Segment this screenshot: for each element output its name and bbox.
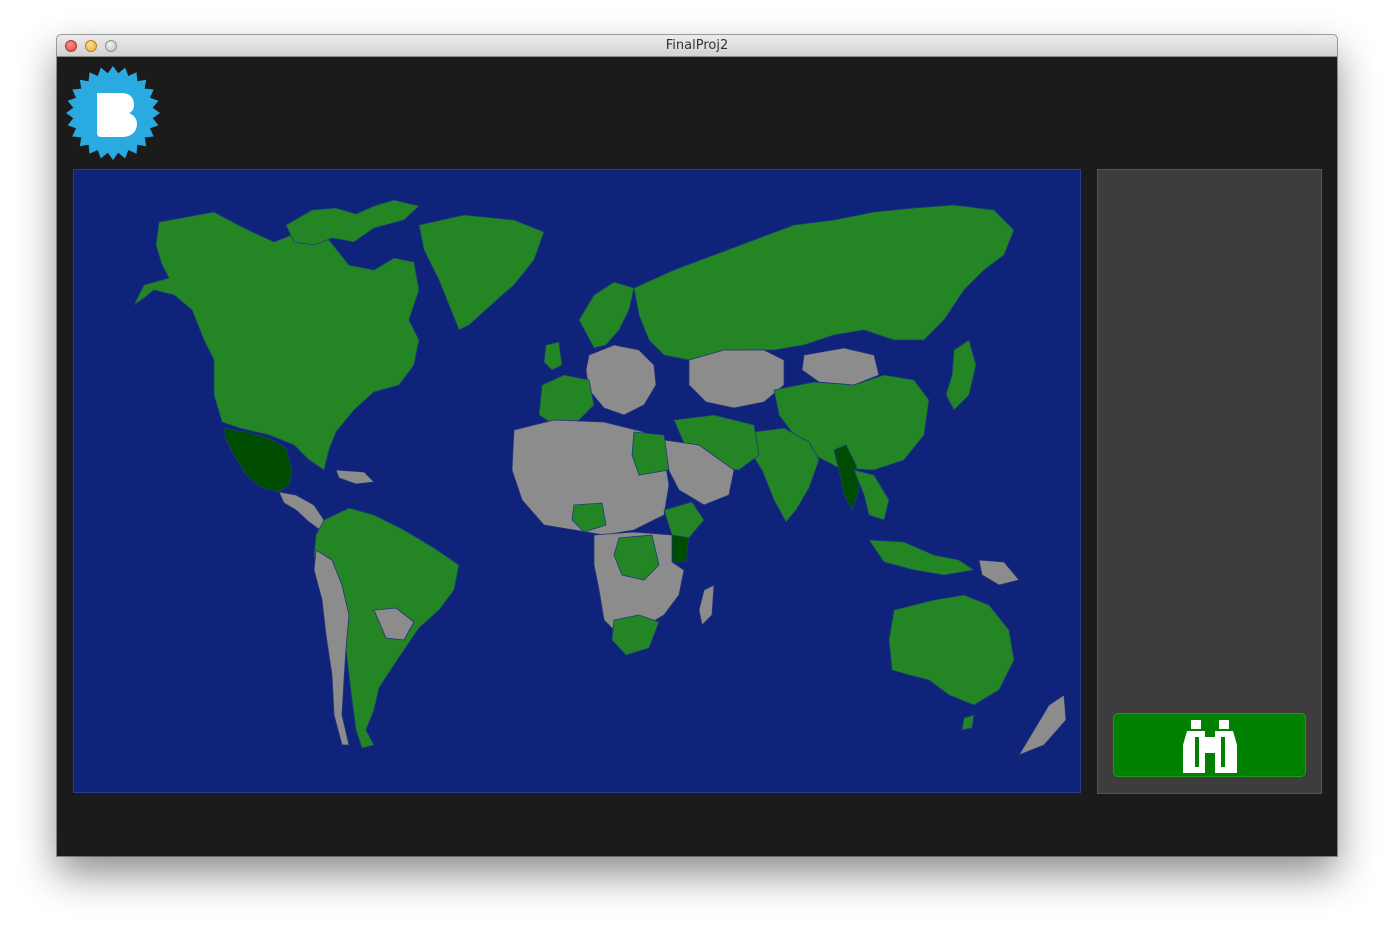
- country-scandinavia[interactable]: [578, 281, 635, 349]
- country-russia[interactable]: [633, 204, 1015, 361]
- country-india[interactable]: [748, 427, 820, 523]
- logo-badge-graphic: B: [65, 65, 160, 160]
- country-japan[interactable]: [945, 339, 977, 411]
- country-indonesia[interactable]: [868, 539, 976, 576]
- logo-letter: B: [65, 65, 66, 66]
- country-ethiopia[interactable]: [663, 501, 705, 539]
- country-kenya[interactable]: [671, 534, 690, 563]
- country-madagascar[interactable]: [698, 584, 715, 626]
- country-alaska-canada-usa[interactable]: [133, 211, 420, 471]
- country-egypt[interactable]: [631, 431, 670, 476]
- badge-b-logo[interactable]: B: [65, 65, 161, 161]
- europe-central[interactable]: [585, 344, 657, 416]
- country-uk[interactable]: [543, 341, 563, 371]
- country-australia[interactable]: [888, 594, 1015, 706]
- country-kazakhstan-central-asia[interactable]: [688, 349, 785, 409]
- country-tasmania[interactable]: [961, 714, 975, 731]
- country-south-africa[interactable]: [611, 614, 660, 656]
- window-title: FinalProj2: [665, 38, 729, 53]
- title-bar[interactable]: FinalProj2: [57, 35, 1337, 57]
- country-greenland[interactable]: [418, 214, 545, 331]
- binoculars-icon: [1183, 720, 1237, 773]
- caribbean[interactable]: [335, 469, 375, 485]
- search-button[interactable]: [1113, 713, 1306, 777]
- side-panel: [1097, 169, 1322, 794]
- country-southeast-asia[interactable]: [853, 469, 890, 521]
- country-papua-new-guinea[interactable]: [978, 559, 1020, 586]
- country-mongolia[interactable]: [801, 347, 880, 386]
- central-america[interactable]: [278, 491, 325, 531]
- app-window: FinalProj2 B: [57, 35, 1337, 856]
- world-map[interactable]: [73, 169, 1081, 793]
- country-france-spain[interactable]: [538, 374, 595, 426]
- arctic-islands[interactable]: [285, 199, 420, 246]
- country-new-zealand[interactable]: [1018, 694, 1067, 756]
